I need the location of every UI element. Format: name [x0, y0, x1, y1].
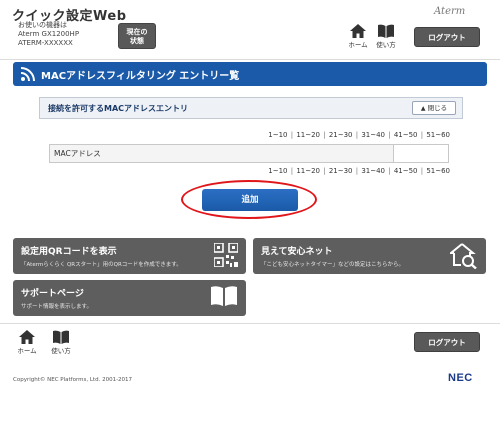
- add-button[interactable]: 追加: [202, 189, 298, 211]
- support-card-title: サポートページ: [21, 289, 84, 299]
- status-button-line1: 現在の: [126, 28, 148, 36]
- home-icon: [350, 24, 366, 38]
- page-title: MACアドレスフィルタリング エントリー覧: [41, 71, 240, 82]
- mac-address-column-header: MACアドレス: [50, 145, 394, 162]
- wifi-icon: [21, 67, 35, 81]
- safety-net-card[interactable]: 見えて安心ネット 「こども安心ネットタイマー」などの設定はこちらから。: [253, 238, 486, 274]
- device-id: ATERM-XXXXXX: [18, 39, 73, 47]
- page-link-5[interactable]: 41~50: [394, 167, 418, 175]
- collapse-button[interactable]: ▲ 閉じる: [412, 101, 456, 115]
- book-icon: [53, 330, 69, 344]
- book-icon: [211, 286, 237, 306]
- page-link-2[interactable]: 11~20: [296, 167, 320, 175]
- header: クイック設定Web お使いの機器は Aterm GX1200HP ATERM-X…: [0, 0, 500, 60]
- qr-code-card[interactable]: 設定用QRコードを表示 「Atermらくらく QRスタート」用のQRコードを作成…: [13, 238, 246, 274]
- mac-address-table: MACアドレス: [49, 144, 449, 163]
- support-card-subtitle: サポート情報を表示します。: [21, 304, 92, 310]
- page-link-4[interactable]: 31~40: [361, 167, 385, 175]
- status-button-line2: 状態: [130, 37, 144, 45]
- copyright: Copyright© NEC Platforms, Ltd. 2001-2017: [13, 377, 133, 383]
- page-link-6[interactable]: 51~60: [426, 131, 450, 139]
- chevron-up-icon: ▲: [420, 105, 426, 112]
- page-title-bar: MACアドレスフィルタリング エントリー覧: [13, 62, 487, 86]
- safety-card-subtitle: 「こども安心ネットタイマー」などの設定はこちらから。: [261, 262, 405, 268]
- house-search-icon: [450, 243, 477, 269]
- home-icon: [19, 330, 35, 344]
- home-nav-button[interactable]: ホーム: [343, 24, 373, 52]
- logout-button[interactable]: ログアウト: [414, 27, 480, 47]
- page-link-5[interactable]: 41~50: [394, 131, 418, 139]
- section-title: 接続を許可するMACアドレスエントリ: [48, 104, 189, 113]
- pager-bottom: 1~10 | 11~20 | 21~30 | 31~40 | 41~50 | 5…: [268, 167, 450, 175]
- book-icon: [378, 24, 394, 38]
- pager-top: 1~10 | 11~20 | 21~30 | 31~40 | 41~50 | 5…: [268, 131, 450, 139]
- device-info: お使いの機器は Aterm GX1200HP ATERM-XXXXXX: [18, 21, 79, 48]
- support-page-card[interactable]: サポートページ サポート情報を表示します。: [13, 280, 246, 316]
- safety-card-title: 見えて安心ネット: [261, 247, 333, 257]
- current-status-button[interactable]: 現在の 状態: [118, 23, 156, 49]
- footer-home-label: ホーム: [17, 347, 37, 355]
- footer-logout-button[interactable]: ログアウト: [414, 332, 480, 352]
- help-nav-label: 使い方: [376, 41, 396, 49]
- section-header: 接続を許可するMACアドレスエントリ ▲ 閉じる: [39, 97, 463, 119]
- page-link-4[interactable]: 31~40: [361, 131, 385, 139]
- brand-logo: Aterm: [434, 6, 466, 17]
- page-link-1[interactable]: 1~10: [268, 167, 287, 175]
- nec-logo: NEC: [448, 372, 473, 384]
- collapse-label: 閉じる: [427, 104, 448, 112]
- page-link-3[interactable]: 21~30: [329, 167, 353, 175]
- page-link-1[interactable]: 1~10: [268, 131, 287, 139]
- qr-code-icon: [214, 243, 238, 267]
- footer-help-label: 使い方: [51, 347, 71, 355]
- device-model: Aterm GX1200HP: [18, 30, 80, 38]
- page-link-2[interactable]: 11~20: [296, 131, 320, 139]
- qr-card-title: 設定用QRコードを表示: [21, 247, 117, 257]
- device-info-line: お使いの機器は: [18, 21, 67, 29]
- footer-help-button[interactable]: 使い方: [46, 330, 76, 358]
- footer-home-button[interactable]: ホーム: [12, 330, 42, 358]
- qr-card-subtitle: 「Atermらくらく QRスタート」用のQRコードを作成できます。: [21, 262, 182, 268]
- page-link-6[interactable]: 51~60: [426, 167, 450, 175]
- page-link-3[interactable]: 21~30: [329, 131, 353, 139]
- home-nav-label: ホーム: [348, 41, 368, 49]
- help-nav-button[interactable]: 使い方: [371, 24, 401, 52]
- footer-nav: ホーム 使い方 ログアウト: [0, 323, 500, 361]
